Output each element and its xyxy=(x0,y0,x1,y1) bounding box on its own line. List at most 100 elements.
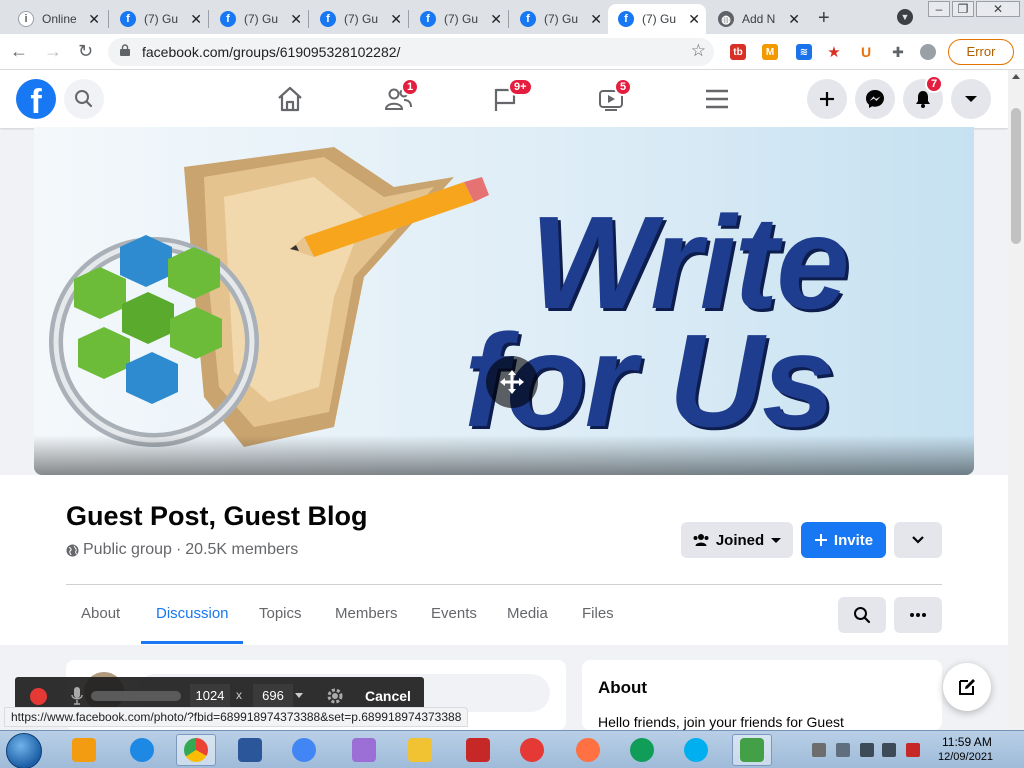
page-scrollbar[interactable] xyxy=(1008,70,1024,730)
address-bar[interactable]: facebook.com/groups/619095328102282/ ☆ xyxy=(108,38,714,66)
taskbar-media-player-icon[interactable] xyxy=(64,734,104,766)
taskbar-file-explorer-icon[interactable] xyxy=(400,734,440,766)
close-icon[interactable]: ✕ xyxy=(390,11,402,28)
back-arrow-icon[interactable]: ← xyxy=(10,41,28,62)
tray-action-center-icon[interactable] xyxy=(906,743,920,757)
browser-tab[interactable]: i Online ✕ xyxy=(8,4,106,34)
pages-nav-button[interactable]: 9+ xyxy=(490,78,533,114)
tab-files[interactable]: Files xyxy=(582,605,614,622)
browser-tab-active[interactable]: f (7) Gue ✕ xyxy=(608,4,706,34)
caret-down-icon xyxy=(965,96,977,102)
clock-time[interactable]: 11:59 AM xyxy=(942,735,992,749)
capture-height-field[interactable]: 696 xyxy=(253,684,293,708)
browser-tab[interactable]: f (7) Gue ✕ xyxy=(310,4,408,34)
group-members-count[interactable]: 20.5K members xyxy=(185,541,298,559)
tray-signal-icon[interactable] xyxy=(860,743,874,757)
scrollbar-thumb[interactable] xyxy=(1011,108,1021,244)
account-menu-button[interactable] xyxy=(951,79,991,119)
facebook-logo-icon[interactable]: f xyxy=(16,79,56,119)
home-nav-button[interactable] xyxy=(275,84,305,114)
more-options-button[interactable] xyxy=(894,597,942,633)
close-icon[interactable]: ✕ xyxy=(88,11,100,28)
tab-media[interactable]: Media xyxy=(507,605,548,622)
taskbar-skype-icon[interactable] xyxy=(676,734,716,766)
extension-star-icon[interactable]: ★ xyxy=(826,44,842,61)
tray-network-icon[interactable] xyxy=(812,743,826,757)
menu-nav-button[interactable] xyxy=(702,84,732,114)
gear-icon[interactable] xyxy=(325,686,345,706)
browser-tab[interactable]: f (7) Gue ✕ xyxy=(410,4,508,34)
taskbar-app-active-icon[interactable] xyxy=(732,734,772,766)
extension-wave-icon[interactable]: ≋ xyxy=(796,44,812,60)
reposition-cover-button[interactable] xyxy=(486,356,538,408)
online-icon: i xyxy=(18,11,34,27)
taskbar-word-icon[interactable] xyxy=(230,734,270,766)
close-window-icon[interactable]: ✕ xyxy=(976,1,1020,17)
close-icon[interactable]: ✕ xyxy=(688,11,700,28)
reload-icon[interactable]: ↻ xyxy=(78,41,93,62)
invite-button[interactable]: Invite xyxy=(801,522,886,558)
group-privacy[interactable]: Public group xyxy=(83,541,172,559)
microphone-icon[interactable] xyxy=(71,686,83,706)
url-text[interactable]: facebook.com/groups/619095328102282/ xyxy=(142,44,400,60)
extension-u-icon[interactable]: U xyxy=(858,44,874,60)
group-cover-photo[interactable]: Write for Us xyxy=(34,127,974,475)
tray-device-icon[interactable] xyxy=(836,743,850,757)
extension-tb-icon[interactable]: tb xyxy=(730,44,746,60)
taskbar-firefox-icon[interactable] xyxy=(568,734,608,766)
cover-shade xyxy=(34,435,974,475)
windows-start-icon[interactable] xyxy=(6,733,42,768)
size-preset-dropdown-icon[interactable] xyxy=(295,693,303,698)
close-icon[interactable]: ✕ xyxy=(190,11,202,28)
close-icon[interactable]: ✕ xyxy=(590,11,602,28)
new-message-button[interactable] xyxy=(943,663,991,711)
joined-button[interactable]: Joined xyxy=(681,522,793,558)
group-search-button[interactable] xyxy=(838,597,886,633)
capture-width-field[interactable]: 1024 xyxy=(190,684,230,708)
tab-topics[interactable]: Topics xyxy=(259,605,302,622)
extension-m-icon[interactable]: M xyxy=(762,44,778,60)
notifications-button[interactable]: 7 xyxy=(903,75,944,119)
restore-window-icon[interactable]: ❐ xyxy=(952,1,974,17)
close-icon[interactable]: ✕ xyxy=(788,11,800,28)
create-button[interactable] xyxy=(807,79,847,119)
group-options-button[interactable] xyxy=(894,522,942,558)
forward-arrow-icon[interactable]: → xyxy=(44,41,62,62)
taskbar-edge-icon[interactable] xyxy=(622,734,662,766)
taskbar-chrome-alt-icon[interactable] xyxy=(284,734,324,766)
profile-avatar-icon[interactable] xyxy=(920,44,936,60)
close-icon[interactable]: ✕ xyxy=(490,11,502,28)
clock-date[interactable]: 12/09/2021 xyxy=(938,751,993,763)
browser-tab[interactable]: ◍ Add N ✕ xyxy=(708,4,806,34)
tab-search-chevron-icon[interactable]: ▼ xyxy=(897,9,913,25)
browser-tab[interactable]: f (7) Gue ✕ xyxy=(210,4,308,34)
browser-error-button[interactable]: Error xyxy=(948,39,1014,65)
cancel-recording-button[interactable]: Cancel xyxy=(365,688,411,704)
minimize-window-icon[interactable]: – xyxy=(928,1,950,17)
group-name[interactable]: Guest Post, Guest Blog xyxy=(66,501,368,532)
close-icon[interactable]: ✕ xyxy=(290,11,302,28)
taskbar-app-icon[interactable] xyxy=(458,734,498,766)
scroll-up-arrow-icon[interactable] xyxy=(1012,74,1020,79)
taskbar-internet-explorer-icon[interactable] xyxy=(122,734,162,766)
tab-members[interactable]: Members xyxy=(335,605,398,622)
facebook-search-button[interactable] xyxy=(64,79,104,119)
taskbar-opera-icon[interactable] xyxy=(512,734,552,766)
bookmark-star-icon[interactable]: ☆ xyxy=(691,41,706,61)
browser-tab[interactable]: f (7) Gue ✕ xyxy=(110,4,208,34)
messenger-icon xyxy=(866,90,884,108)
watch-nav-button[interactable]: 5 xyxy=(596,78,633,114)
taskbar-paint-icon[interactable] xyxy=(344,734,384,766)
record-button[interactable] xyxy=(30,688,47,705)
tab-events[interactable]: Events xyxy=(431,605,477,622)
taskbar-chrome-icon[interactable] xyxy=(176,734,216,766)
plus-icon xyxy=(814,534,827,546)
messenger-button[interactable] xyxy=(855,79,895,119)
extensions-puzzle-icon[interactable]: ✚ xyxy=(890,44,906,60)
browser-tab[interactable]: f (7) Gue ✕ xyxy=(510,4,608,34)
tab-discussion[interactable]: Discussion xyxy=(156,605,229,622)
friends-nav-button[interactable]: 1 xyxy=(383,78,420,114)
tray-volume-icon[interactable] xyxy=(882,743,896,757)
tab-about[interactable]: About xyxy=(81,605,120,622)
new-tab-plus-icon[interactable]: + xyxy=(818,7,830,30)
